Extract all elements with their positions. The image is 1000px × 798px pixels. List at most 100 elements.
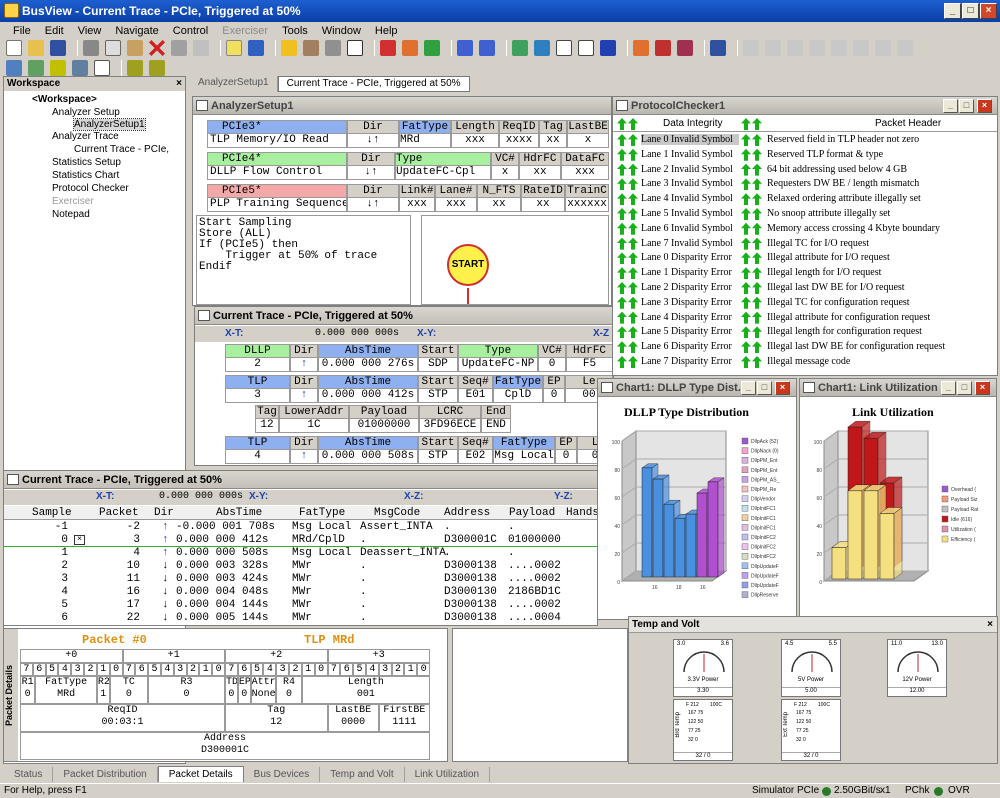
val-type[interactable]: UpdateFC-Cpl — [395, 165, 491, 180]
data-integrity-item[interactable]: Lane 2 Disparity Error — [641, 282, 739, 293]
dllp-vc[interactable]: 0 — [538, 357, 566, 372]
val-tag[interactable]: 12 — [255, 418, 279, 433]
val-nfts[interactable]: xx — [477, 197, 521, 212]
download-icon[interactable] — [831, 40, 847, 56]
menu-exerciser[interactable]: Exerciser — [215, 25, 275, 37]
tlp-start[interactable]: STP — [418, 388, 458, 403]
packet-header-item[interactable]: No snoop attribute illegally set — [767, 208, 890, 219]
val-payload[interactable]: 01000000 — [349, 418, 419, 433]
packet-header-item[interactable]: Requesters DW BE / length mismatch — [767, 178, 919, 189]
col-address[interactable]: Address — [444, 507, 490, 519]
start-node[interactable]: START — [447, 244, 489, 286]
tlp-packet[interactable]: 3 — [225, 388, 290, 403]
data-integrity-item[interactable]: Lane 4 Invalid Symbol — [641, 193, 739, 204]
tab-status[interactable]: Status — [4, 767, 54, 782]
menu-file[interactable]: File — [6, 25, 38, 37]
view-link-icon[interactable] — [534, 40, 550, 56]
dllp-packet[interactable]: 2 — [225, 357, 290, 372]
table-row[interactable]: 0 3 ↑ 0.000 000 412s MRd/CplD. D300001C 010000… — [4, 534, 597, 547]
protocol-row[interactable]: Lane 4 Invalid Symbol Relaxed ordering at… — [613, 192, 997, 207]
val-tag[interactable]: xx — [539, 133, 567, 148]
tree-notepad[interactable]: Notepad — [52, 209, 90, 220]
protocol-row[interactable]: Lane 2 Invalid Symbol 64 bit addressing u… — [613, 163, 997, 178]
dllp-start[interactable]: SDP — [418, 357, 458, 372]
hand-icon[interactable] — [303, 40, 319, 56]
upload-icon[interactable] — [853, 40, 869, 56]
tlp-seq[interactable]: E02 — [458, 449, 493, 464]
protocol-row[interactable]: Lane 3 Invalid Symbol Requesters DW BE / … — [613, 177, 997, 192]
close-button[interactable]: × — [977, 99, 992, 113]
protocol-row[interactable]: Lane 7 Invalid Symbol Illegal TC for I/O … — [613, 237, 997, 252]
close-button[interactable]: × — [980, 3, 997, 19]
data-integrity-item[interactable]: Lane 5 Invalid Symbol — [641, 208, 739, 219]
data-integrity-item[interactable]: Lane 3 Invalid Symbol — [641, 178, 739, 189]
protocol-row[interactable]: Lane 6 Disparity Error Illegal last DW BE… — [613, 340, 997, 355]
packet-header-item[interactable]: Illegal TC for configuration request — [767, 297, 910, 308]
packet-header-item[interactable]: Illegal TC for I/O request — [767, 238, 869, 249]
tlp-abstime[interactable]: 0.000 000 508s — [318, 449, 418, 464]
val-link[interactable]: xxx — [399, 197, 435, 212]
minimize-button[interactable]: _ — [944, 3, 961, 19]
data-integrity-item[interactable]: Lane 0 Invalid Symbol — [641, 134, 739, 145]
table-row[interactable]: -1 -2 ↑ -0.000 001 708s Msg Local Assert_INTA… — [4, 521, 597, 534]
val-rateid[interactable]: xx — [521, 197, 565, 212]
col-msgcode[interactable]: MsgCode — [374, 507, 420, 519]
val-lcrc[interactable]: 3FD96ECE — [419, 418, 481, 433]
tree-exerciser[interactable]: Exerciser — [52, 196, 94, 207]
maximize-button[interactable]: □ — [962, 3, 979, 19]
workspace-icon[interactable] — [6, 60, 22, 76]
help-icon[interactable] — [226, 40, 242, 56]
protocol-row[interactable]: Lane 3 Disparity Error Illegal TC for con… — [613, 296, 997, 311]
packet-header-item[interactable]: Illegal attribute for configuration requ… — [767, 312, 930, 323]
table-row[interactable]: 3 11 ↓ 0.000 003 424s MWr. D3000138 ....0002 — [4, 573, 597, 586]
packet-header-item[interactable]: Illegal length for I/O request — [767, 267, 881, 278]
protocol-row[interactable]: Lane 1 Invalid Symbol Reserved TLP format… — [613, 148, 997, 163]
tlp-ep[interactable]: 0 — [543, 388, 565, 403]
swap-icon[interactable] — [600, 40, 616, 56]
val-fattype[interactable]: MRd — [399, 133, 451, 148]
col-handshake[interactable]: Hands — [566, 507, 599, 519]
val-length[interactable]: xxx — [451, 133, 499, 148]
tlp-abstime[interactable]: 0.000 000 412s — [318, 388, 418, 403]
probe-icon[interactable] — [50, 60, 66, 76]
menu-control[interactable]: Control — [166, 25, 215, 37]
packet-header-item[interactable]: 64 bit addressing used below 4 GB — [767, 164, 907, 175]
menu-tools[interactable]: Tools — [275, 25, 315, 37]
protocol-row[interactable]: Lane 6 Invalid Symbol Memory access cross… — [613, 222, 997, 237]
context-help-icon[interactable] — [248, 40, 264, 56]
menu-navigate[interactable]: Navigate — [108, 25, 165, 37]
data-integrity-item[interactable]: Lane 6 Disparity Error — [641, 341, 739, 352]
menu-window[interactable]: Window — [315, 25, 368, 37]
table-row[interactable]: 5 17 ↓ 0.000 004 144s MWr. D3000138 ....0002 — [4, 599, 597, 612]
bug-icon[interactable] — [875, 40, 891, 56]
data-integrity-item[interactable]: Lane 6 Invalid Symbol — [641, 223, 739, 234]
pause-icon[interactable] — [787, 40, 803, 56]
settings-icon[interactable] — [897, 40, 913, 56]
protocol-row[interactable]: Lane 0 Invalid Symbol Reserved field in T… — [613, 133, 997, 148]
table-row[interactable]: 4 16 ↓ 0.000 004 048s MWr. D3000130 2186BD1C — [4, 586, 597, 599]
tlp-fattype[interactable]: Msg Local — [493, 449, 555, 464]
chart-down-icon[interactable] — [149, 60, 165, 76]
tab-link-utilization[interactable]: Link Utilization — [405, 767, 491, 782]
col-packet[interactable]: Packet — [99, 507, 139, 519]
val-end[interactable]: END — [481, 418, 511, 433]
tab-packet-distribution[interactable]: Packet Distribution — [53, 767, 158, 782]
trigger-icon[interactable] — [281, 40, 297, 56]
val-lane[interactable]: xxx — [435, 197, 477, 212]
close-button[interactable]: × — [975, 381, 990, 395]
marker-y-icon[interactable] — [424, 40, 440, 56]
copy-icon[interactable] — [105, 40, 121, 56]
delete-icon[interactable] — [149, 40, 165, 56]
data-integrity-item[interactable]: Lane 2 Invalid Symbol — [641, 164, 739, 175]
tree-analyzersetup1[interactable]: AnalyzerSetup1 — [73, 118, 146, 131]
view-data-icon[interactable] — [578, 40, 594, 56]
cut-icon[interactable] — [83, 40, 99, 56]
tab-current-trace[interactable]: Current Trace - PCIe, Triggered at 50% — [277, 76, 470, 92]
data-integrity-item[interactable]: Lane 7 Invalid Symbol — [641, 238, 739, 249]
packet-header-item[interactable]: Illegal length for configuration request — [767, 326, 922, 337]
val-vc[interactable]: x — [491, 165, 519, 180]
paste-icon[interactable] — [127, 40, 143, 56]
data-integrity-item[interactable]: Lane 7 Disparity Error — [641, 356, 739, 367]
pointer-icon[interactable] — [325, 40, 341, 56]
data-integrity-item[interactable]: Lane 1 Disparity Error — [641, 267, 739, 278]
